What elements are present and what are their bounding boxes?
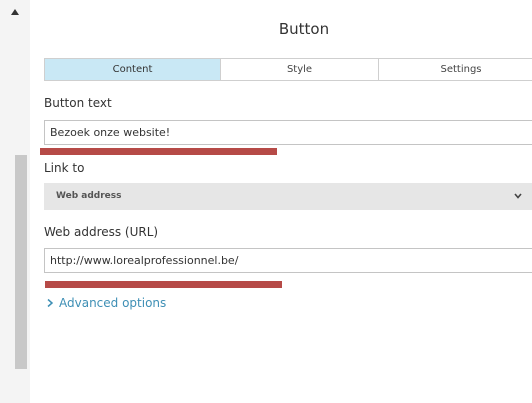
link-type-selected-value: Web address: [56, 191, 122, 201]
scrollbar-thumb[interactable]: [15, 155, 27, 369]
annotation-underline: [40, 148, 277, 155]
chevron-right-icon: [47, 298, 54, 308]
button-text-label: Button text: [44, 96, 112, 110]
button-editor-panel: Button Content Style Settings Button tex…: [0, 0, 532, 403]
tab-settings[interactable]: Settings: [378, 59, 532, 80]
tab-bar: Content Style Settings: [44, 58, 532, 81]
panel-title: Button: [278, 20, 330, 38]
tab-style[interactable]: Style: [220, 59, 378, 80]
annotation-underline: [45, 281, 282, 288]
tab-content[interactable]: Content: [45, 59, 220, 80]
advanced-options-label: Advanced options: [59, 296, 167, 310]
chevron-down-icon: [514, 193, 522, 199]
scroll-up-arrow-icon[interactable]: [11, 9, 19, 15]
scrollbar[interactable]: [0, 0, 30, 403]
button-text-input[interactable]: [44, 120, 532, 145]
advanced-options-link[interactable]: Advanced options: [46, 296, 166, 310]
web-address-input[interactable]: [44, 248, 532, 273]
link-to-label: Link to: [44, 161, 85, 175]
link-type-select[interactable]: Web address: [44, 183, 532, 210]
web-address-label: Web address (URL): [44, 225, 159, 239]
